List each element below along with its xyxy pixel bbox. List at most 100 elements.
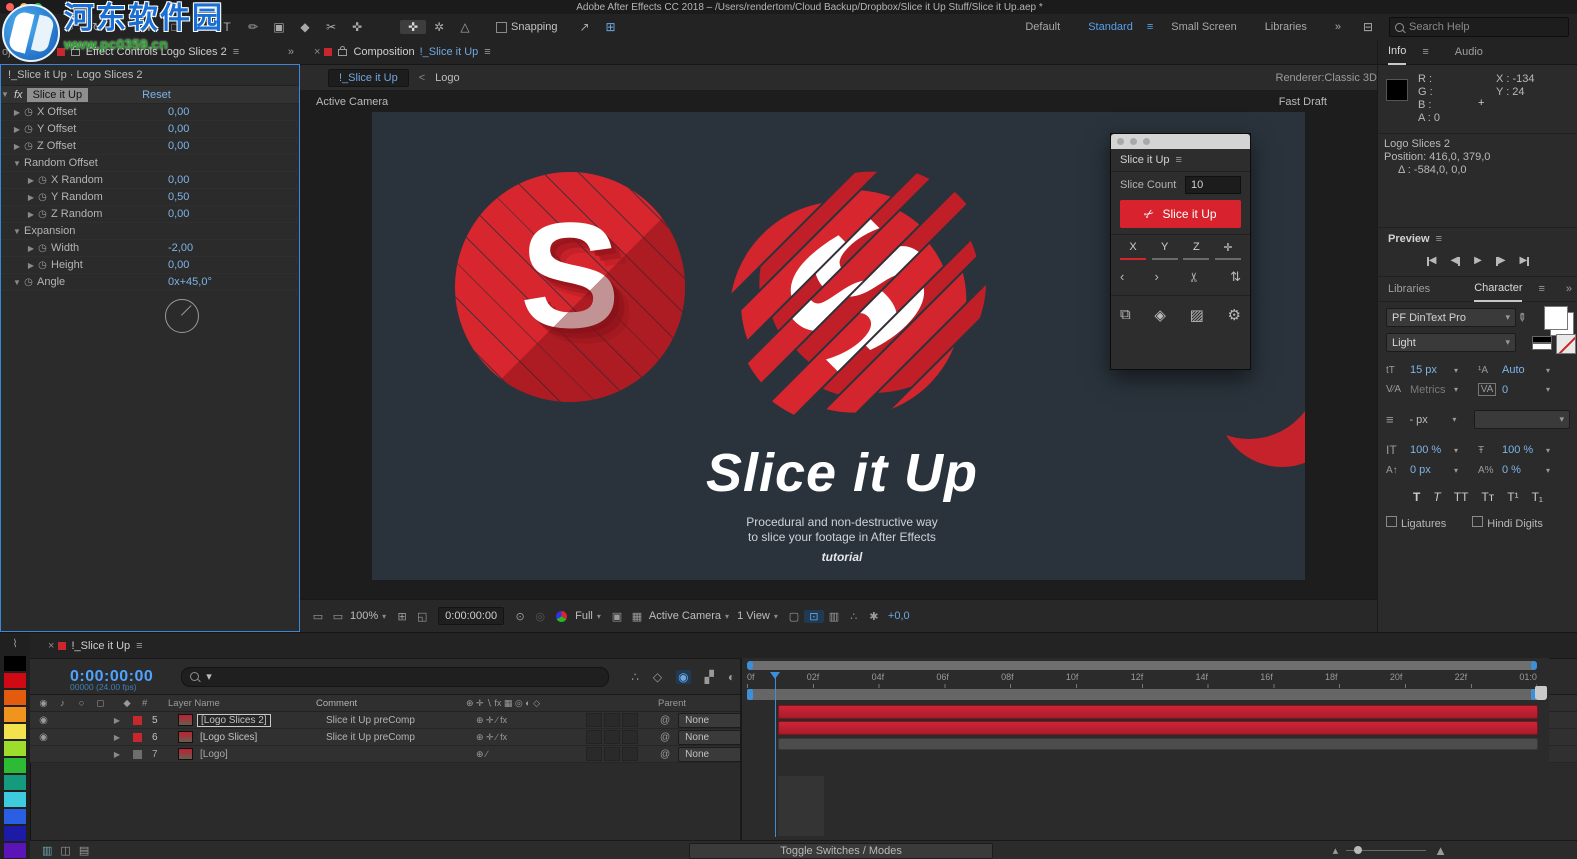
property-row[interactable]: ▶ ◷ Width -2,00 [0, 240, 300, 257]
zoom-in-icon[interactable]: ▲ [1434, 843, 1447, 858]
faux-bold-button[interactable]: T [1413, 490, 1420, 504]
hindi-digits-checkbox[interactable]: Hindi Digits [1472, 516, 1543, 530]
comp-mini-flowchart-icon[interactable]: ∴ [631, 670, 639, 684]
close-tab-icon[interactable]: × [48, 640, 54, 652]
info-menu-icon[interactable]: ≡ [1422, 46, 1428, 58]
eye-icon[interactable]: ◉ [34, 732, 53, 743]
tab-info[interactable]: Info [1388, 39, 1407, 65]
selection-tool-icon[interactable]: ↖ [6, 20, 32, 34]
collapse-arrow-icon[interactable]: ▼ [0, 90, 10, 99]
character-overflow-icon[interactable]: » [1566, 283, 1572, 295]
playhead[interactable] [770, 672, 780, 837]
workspace-standard-menu-icon[interactable]: ≡ [1147, 21, 1157, 33]
show-snapshot-icon[interactable]: ◎ [530, 610, 550, 623]
3d-view-dropdown[interactable]: Active Camera [649, 610, 721, 622]
rotate-tool-icon[interactable]: ↻ [84, 20, 110, 34]
label-swatch[interactable] [4, 775, 26, 790]
first-frame-button[interactable]: ◀ [1426, 256, 1436, 266]
property-value[interactable]: 0,00 [168, 140, 189, 152]
tab-character[interactable]: Character [1474, 276, 1523, 302]
prev-slice-button[interactable]: ‹ [1120, 269, 1124, 285]
workspace-manager-icon[interactable]: ⊟ [1355, 20, 1381, 34]
snapping-checkbox[interactable] [496, 21, 507, 33]
fx-badge[interactable]: fx [14, 89, 23, 101]
property-row[interactable]: ▶ ◷ Y Random 0,50 [0, 189, 300, 206]
roto-brush-tool-icon[interactable]: ✂ [318, 20, 344, 34]
layer-switches[interactable]: ⊕ ✛ ∕ fx [476, 715, 586, 726]
font-family-dropdown[interactable]: PF DinText Pro ▾ [1386, 308, 1516, 327]
expand-in-out-icon[interactable]: ▥ [42, 844, 52, 857]
property-value[interactable]: 0,00 [168, 123, 189, 135]
parent-pickwhip-icon[interactable]: @ [660, 749, 670, 760]
small-caps-button[interactable]: Tᴛ [1481, 490, 1494, 504]
workspace-libraries[interactable]: Libraries [1251, 21, 1321, 33]
matte-button[interactable]: ▨ [1190, 306, 1204, 324]
property-row[interactable]: ▶ ◷ Y Offset 0,00 [0, 121, 300, 138]
all-caps-button[interactable]: TT [1454, 490, 1469, 504]
region-of-interest-icon[interactable]: ▣ [607, 610, 627, 623]
shuffle-button[interactable]: ⇅ [1230, 269, 1241, 285]
layer-switches[interactable]: ⊕ ✛ ∕ fx [476, 732, 586, 743]
tab-audio[interactable]: Audio [1455, 40, 1483, 64]
expand-render-time-icon[interactable]: ◫ [60, 844, 70, 857]
kerning-value[interactable]: Metrics [1410, 384, 1454, 396]
axis-z-button[interactable]: Z [1183, 241, 1210, 260]
effect-name[interactable]: Slice it Up [26, 87, 89, 102]
timeline-button-icon[interactable]: ▥ [824, 610, 844, 623]
hide-shy-layers-icon[interactable]: ◉ [676, 669, 691, 684]
property-value[interactable]: 0x+45,0° [168, 276, 212, 288]
layer-comment[interactable]: Slice it Up preComp [326, 715, 476, 726]
strip-handle[interactable]: ⌇ [0, 637, 30, 650]
close-tab-icon[interactable]: × [46, 46, 52, 58]
stroke-color-swatch[interactable] [1532, 336, 1552, 350]
time-ruler[interactable]: 0f 02f 04f 06f 08f 10f 12f 14f 16f 18f 20f 22f 01:0 [747, 672, 1537, 682]
timeline-tab-name[interactable]: !_Slice it Up [71, 640, 130, 652]
layer-label-color[interactable] [132, 749, 142, 759]
script-panel-menu-icon[interactable]: ≡ [1176, 154, 1182, 166]
puppet-bend-pin-icon[interactable]: ✲ [426, 20, 452, 34]
layer-comment[interactable]: Slice it Up preComp [326, 732, 476, 743]
puppet-advanced-pin-icon[interactable]: △ [452, 20, 478, 34]
tsume-value[interactable]: 0 % [1502, 464, 1546, 476]
pixel-aspect-icon[interactable]: ▢ [784, 610, 804, 623]
layer-name[interactable]: [Logo Slices] [197, 732, 260, 743]
layer-bar-logo-slices[interactable] [778, 721, 1538, 735]
expand-arrow-icon[interactable]: ▶ [112, 716, 122, 725]
vertical-scale-value[interactable]: 100 % [1410, 444, 1454, 456]
lock-icon[interactable] [338, 45, 348, 56]
snap-options-icon[interactable]: ↗ [572, 20, 598, 34]
layer-name[interactable]: [Logo] [197, 749, 231, 760]
workspace-standard[interactable]: Standard [1074, 21, 1147, 33]
label-swatch[interactable] [4, 843, 26, 858]
help-search[interactable]: Search Help [1389, 17, 1569, 37]
property-row[interactable]: ▶ ◷ Z Random 0,00 [0, 206, 300, 223]
reset-exposure-icon[interactable]: ✱ [864, 610, 884, 623]
layer-name-header[interactable]: Layer Name [168, 698, 316, 709]
label-swatch[interactable] [4, 809, 26, 824]
panel-menu-icon[interactable]: ≡ [484, 46, 490, 58]
settings-gear-icon[interactable]: ⚙ [1228, 306, 1241, 324]
shape-tool-icon[interactable]: □ [162, 20, 188, 34]
leading-value[interactable]: Auto [1502, 364, 1546, 376]
zoom-tool-icon[interactable]: ⌕ [58, 20, 84, 35]
crumb-current-comp[interactable]: !_Slice it Up [328, 69, 409, 87]
primary-viewer-icon[interactable]: ▭ [328, 610, 348, 623]
resolution-dropdown[interactable]: Full [575, 610, 593, 622]
label-swatch[interactable] [4, 826, 26, 841]
faux-italic-button[interactable]: T [1433, 490, 1440, 504]
next-frame-button[interactable]: ▶ [1495, 256, 1506, 266]
property-row[interactable]: ▶ ◷ X Offset 0,00 [0, 104, 300, 121]
expand-arrow-icon[interactable]: ▶ [112, 733, 122, 742]
property-row[interactable]: ▶ ◷ X Random 0,00 [0, 172, 300, 189]
parent-pickwhip-icon[interactable]: @ [660, 732, 670, 743]
frame-blending-icon[interactable]: ▞ [705, 670, 714, 684]
layer-bar-logo-slices-2[interactable] [778, 705, 1538, 719]
eraser-tool-icon[interactable]: ◆ [292, 20, 318, 34]
previous-frame-button[interactable]: ◀ [1450, 256, 1461, 266]
script-panel-titlebar[interactable] [1111, 134, 1250, 149]
mask-visibility-icon[interactable]: ◱ [412, 610, 432, 623]
fill-color-swatch[interactable] [1544, 306, 1568, 330]
flowchart-icon[interactable]: ∴ [844, 610, 864, 623]
slice-count-input[interactable]: 10 [1185, 176, 1241, 194]
snap-grid-icon[interactable]: ⊞ [598, 20, 624, 34]
